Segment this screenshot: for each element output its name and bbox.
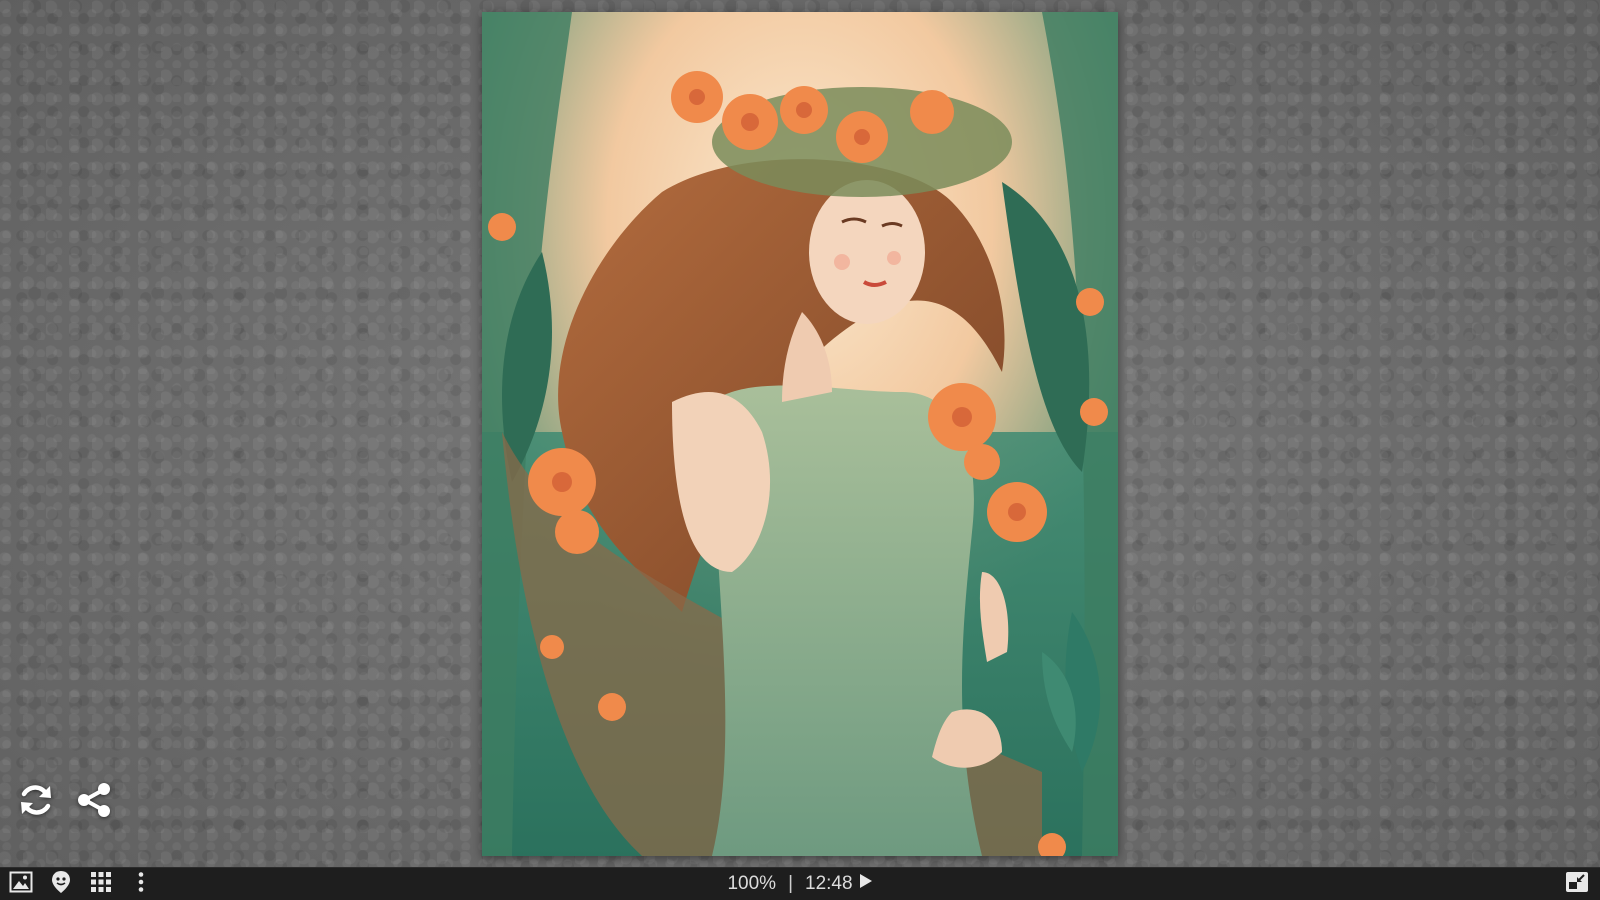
- clock-time: 12:48: [805, 873, 853, 894]
- displayed-artwork[interactable]: [482, 12, 1118, 856]
- artwork-illustration: [482, 12, 1118, 856]
- location-icon: [50, 870, 72, 899]
- refresh-icon: [16, 780, 56, 825]
- more-vertical-icon: [137, 871, 145, 898]
- bottom-toolbar: 100% | 12:48: [0, 867, 1600, 900]
- location-button[interactable]: [46, 869, 76, 899]
- exit-fullscreen-icon: [1565, 871, 1589, 898]
- grid-icon: [90, 871, 112, 898]
- toolbar-status: 100% | 12:48: [0, 868, 1600, 900]
- grid-button[interactable]: [86, 869, 116, 899]
- viewer-stage: [0, 0, 1600, 868]
- zoom-level[interactable]: 100%: [727, 873, 776, 895]
- floating-controls: [16, 782, 114, 822]
- play-slideshow-button[interactable]: [859, 873, 873, 895]
- image-button[interactable]: [6, 869, 36, 899]
- status-separator: |: [788, 873, 793, 894]
- play-icon: [859, 873, 873, 895]
- image-icon: [9, 871, 33, 898]
- refresh-button[interactable]: [16, 782, 56, 822]
- toolbar-left-group: [6, 868, 156, 900]
- more-options-button[interactable]: [126, 869, 156, 899]
- share-button[interactable]: [74, 782, 114, 822]
- toolbar-right-group: [1562, 868, 1592, 900]
- share-icon: [74, 780, 114, 825]
- exit-fullscreen-button[interactable]: [1562, 869, 1592, 899]
